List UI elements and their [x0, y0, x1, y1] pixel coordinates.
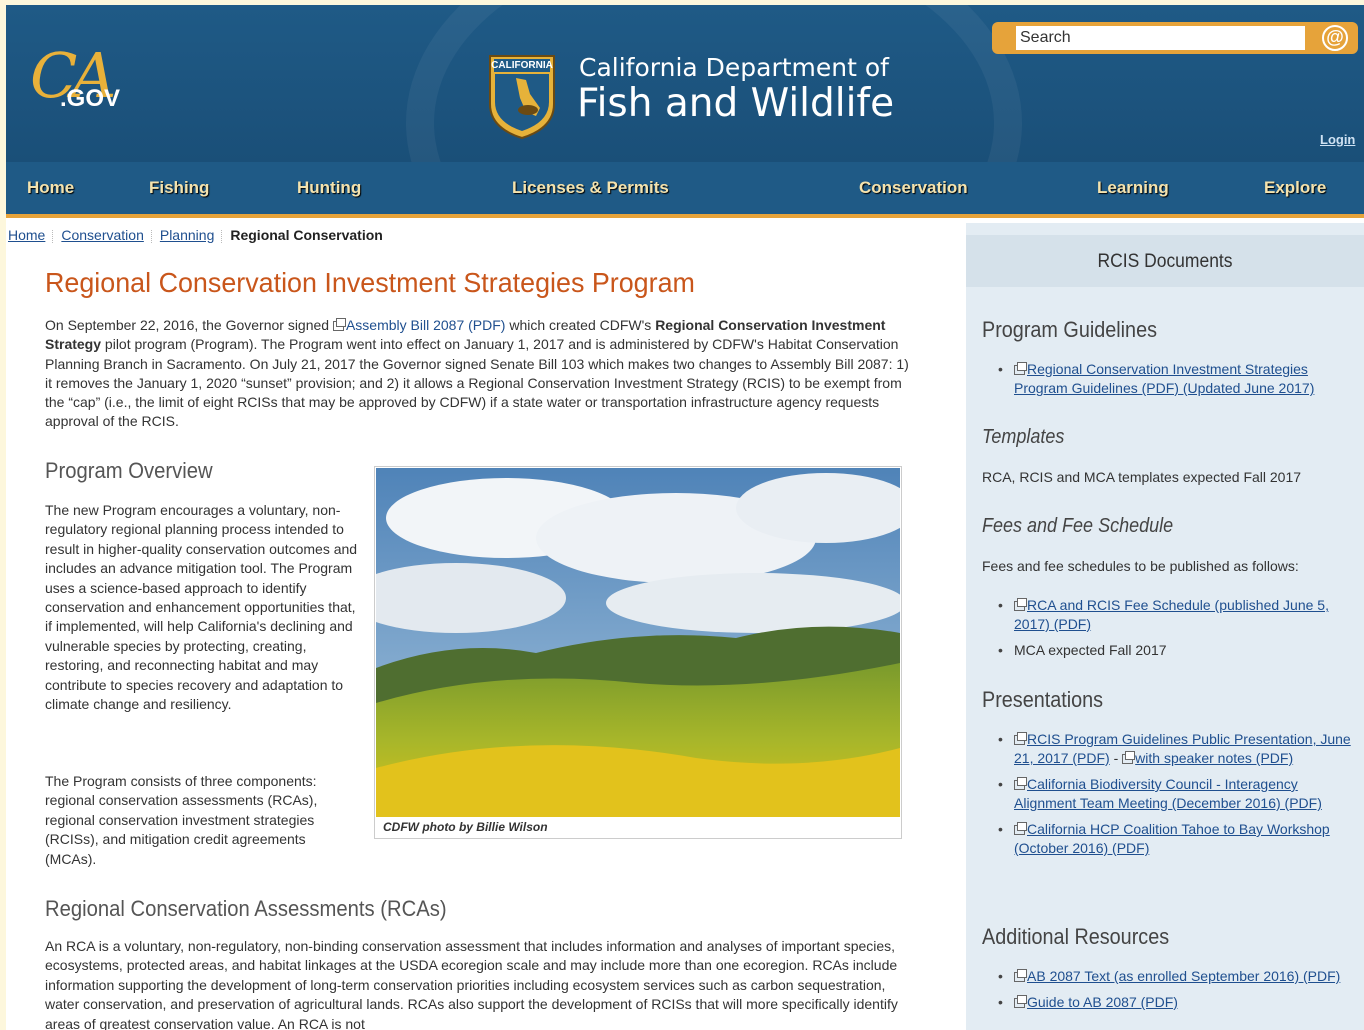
- resources-list: AB 2087 Text (as enrolled September 2016…: [986, 967, 1358, 1019]
- external-link-icon: [1014, 777, 1027, 790]
- hcp-coalition-link[interactable]: California HCP Coalition Tahoe to Bay Wo…: [1014, 821, 1330, 856]
- list-item: California Biodiversity Council - Intera…: [986, 775, 1358, 813]
- guidelines-pdf-link[interactable]: Regional Conservation Investment Strateg…: [1014, 361, 1314, 396]
- breadcrumb: Home Conservation Planning Regional Conserv…: [8, 227, 383, 243]
- nav-home[interactable]: Home: [27, 178, 74, 198]
- templates-text: RCA, RCIS and MCA templates expected Fal…: [982, 469, 1302, 485]
- list-item: RCA and RCIS Fee Schedule (published Jun…: [986, 596, 1358, 634]
- guidelines-list: Regional Conservation Investment Strateg…: [986, 360, 1358, 405]
- ca-gov-logo[interactable]: CA .GOV: [30, 41, 140, 121]
- list-item: AB 2087 Text (as enrolled September 2016…: [986, 967, 1358, 986]
- list-item: RCIS Program Guidelines Public Presentat…: [986, 730, 1358, 768]
- external-link-icon: [1122, 751, 1136, 764]
- breadcrumb-conservation[interactable]: Conservation: [61, 227, 144, 243]
- breadcrumb-separator: [150, 229, 153, 243]
- overview-paragraph-1: The new Program encourages a voluntary, …: [45, 502, 358, 713]
- program-overview-heading: Program Overview: [45, 458, 213, 483]
- list-item: MCA expected Fall 2017: [986, 641, 1358, 660]
- external-link-icon: [332, 318, 346, 331]
- assembly-bill-link[interactable]: Assembly Bill 2087 (PDF): [346, 317, 506, 333]
- breadcrumb-home[interactable]: Home: [8, 227, 45, 243]
- external-link-icon: [1014, 732, 1027, 745]
- intro-paragraph: On September 22, 2016, the Governor sign…: [45, 316, 915, 432]
- rca-heading: Regional Conservation Assessments (RCAs): [45, 896, 447, 921]
- speaker-notes-link[interactable]: with speaker notes (PDF): [1135, 750, 1293, 766]
- photo-figure: CDFW photo by Billie Wilson: [374, 466, 902, 839]
- rca-paragraph: An RCA is a voluntary, non-regulatory, n…: [45, 938, 898, 1030]
- gov-logo-text: .GOV: [60, 85, 121, 112]
- agency-title-line1: California Department of: [579, 53, 889, 82]
- ab2087-guide-link[interactable]: Guide to AB 2087 (PDF): [1027, 994, 1178, 1010]
- program-guidelines-heading: Program Guidelines: [982, 317, 1157, 342]
- photo-caption: CDFW photo by Billie Wilson: [383, 820, 548, 834]
- external-link-icon: [1014, 995, 1027, 1008]
- overview-paragraph-2: The Program consists of three components…: [45, 773, 318, 867]
- nav-hunting[interactable]: Hunting: [297, 178, 361, 198]
- main-nav: Home Fishing Hunting Licenses & Permits …: [6, 162, 1364, 218]
- page-frame: CA .GOV CALIFORNIA California Department…: [6, 5, 1364, 1030]
- fees-heading: Fees and Fee Schedule: [982, 515, 1174, 537]
- biodiversity-council-link[interactable]: California Biodiversity Council - Intera…: [1014, 776, 1322, 811]
- nav-fishing[interactable]: Fishing: [149, 178, 209, 198]
- additional-resources-heading: Additional Resources: [982, 924, 1170, 949]
- fee-schedule-link[interactable]: RCA and RCIS Fee Schedule (published Jun…: [1014, 597, 1329, 632]
- breadcrumb-separator: [52, 229, 54, 243]
- templates-heading: Templates: [982, 426, 1065, 448]
- external-link-icon: [1014, 822, 1027, 835]
- list-item: Regional Conservation Investment Strateg…: [986, 360, 1358, 398]
- agency-title-line2: Fish and Wildlife: [577, 81, 895, 126]
- nav-learning[interactable]: Learning: [1097, 178, 1169, 198]
- intro-text-2: which created CDFW's: [505, 317, 656, 333]
- nav-licenses-permits[interactable]: Licenses & Permits: [512, 178, 669, 198]
- nav-conservation[interactable]: Conservation: [859, 178, 968, 198]
- presentations-list: RCIS Program Guidelines Public Presentat…: [986, 730, 1358, 865]
- landscape-photo: [376, 468, 900, 817]
- breadcrumb-separator: [221, 229, 223, 243]
- badge-title: CALIFORNIA: [491, 60, 553, 71]
- list-item: California HCP Coalition Tahoe to Bay Wo…: [986, 820, 1358, 858]
- sidebar-header: RCIS Documents: [966, 235, 1364, 287]
- external-link-icon: [1014, 598, 1027, 611]
- list-item: Guide to AB 2087 (PDF): [986, 993, 1358, 1012]
- ab2087-text-link[interactable]: AB 2087 Text (as enrolled September 2016…: [1027, 968, 1340, 984]
- site-header: CA .GOV CALIFORNIA California Department…: [6, 5, 1364, 162]
- login-link[interactable]: Login: [1320, 132, 1355, 147]
- rcis-documents-sidebar: RCIS Documents Program Guidelines Region…: [966, 223, 1364, 1030]
- external-link-icon: [1014, 362, 1027, 375]
- search-input[interactable]: [1016, 26, 1305, 50]
- landscape-image: [376, 468, 900, 817]
- search-icon[interactable]: @: [1322, 25, 1348, 51]
- presentations-heading: Presentations: [982, 687, 1104, 712]
- breadcrumb-planning[interactable]: Planning: [160, 227, 215, 243]
- nav-explore[interactable]: Explore: [1264, 178, 1326, 198]
- breadcrumb-current: Regional Conservation: [230, 227, 383, 243]
- intro-text-3: pilot program (Program). The Program wen…: [45, 336, 909, 430]
- sidebar-header-title: RCIS Documents: [1097, 251, 1233, 272]
- fees-text: Fees and fee schedules to be published a…: [982, 558, 1299, 574]
- intro-text-1: On September 22, 2016, the Governor sign…: [45, 317, 333, 333]
- page-title: Regional Conservation Investment Strateg…: [45, 267, 695, 298]
- fees-list: RCA and RCIS Fee Schedule (published Jun…: [986, 596, 1358, 667]
- presentation-separator: -: [1109, 750, 1123, 766]
- external-link-icon: [1014, 969, 1027, 982]
